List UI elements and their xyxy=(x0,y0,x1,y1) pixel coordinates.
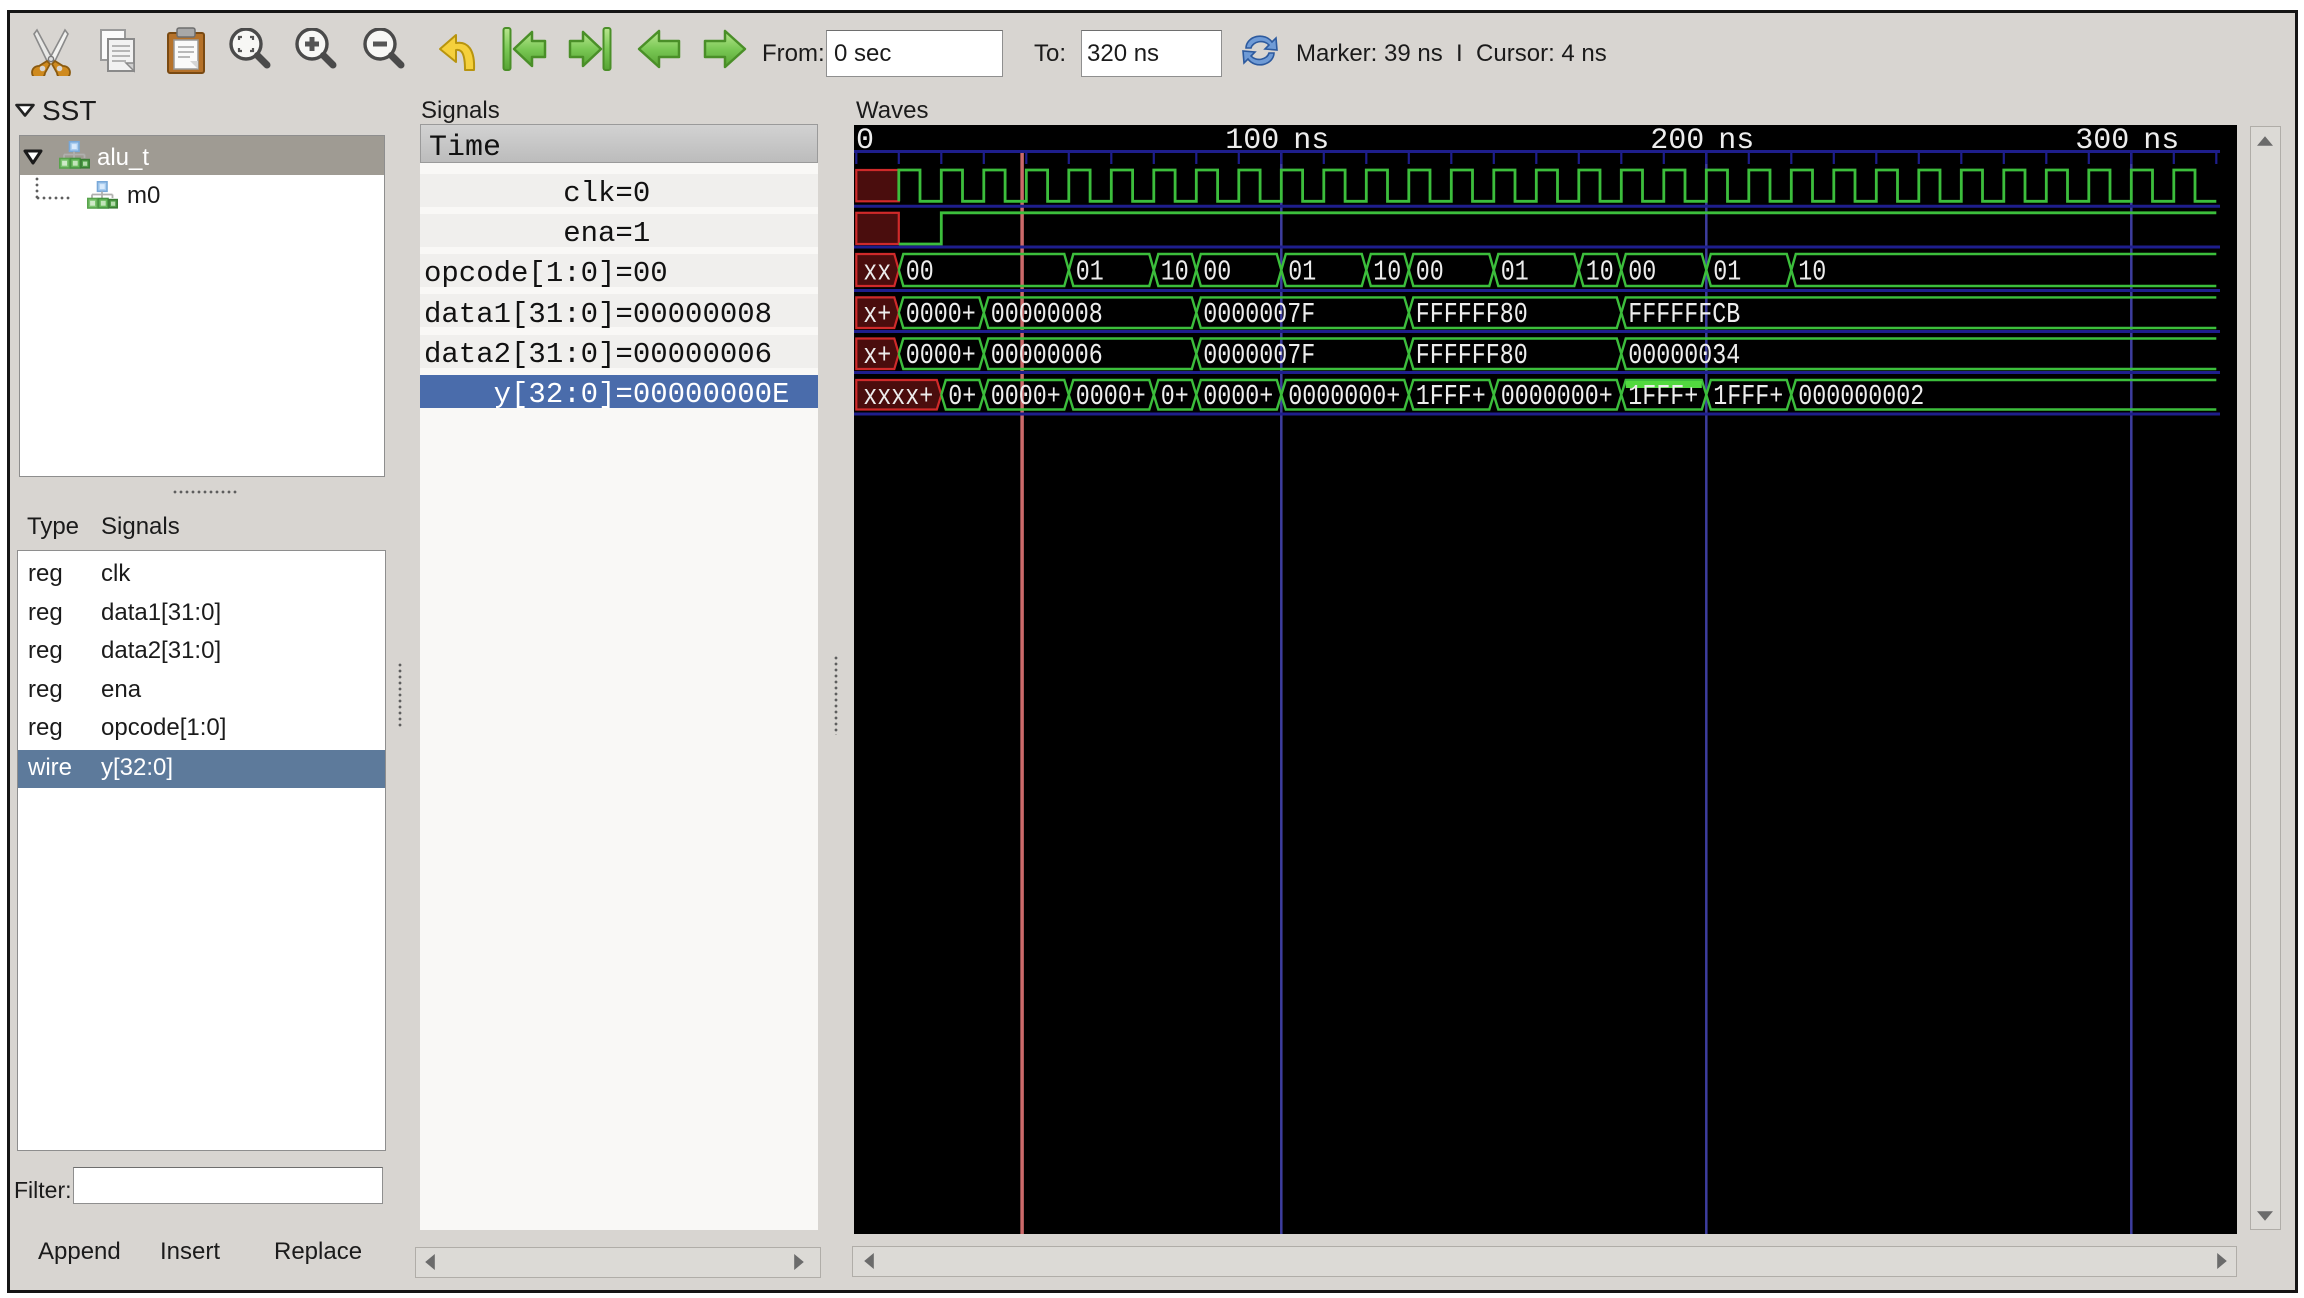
svg-text:0000007F: 0000007F xyxy=(1203,339,1315,372)
svg-text:0+: 0+ xyxy=(948,380,976,413)
svg-text:000000002: 000000002 xyxy=(1798,380,1924,413)
svg-text:100: 100 xyxy=(1225,125,1279,158)
svg-text:00: 00 xyxy=(906,256,934,289)
svg-text:ns: ns xyxy=(1718,125,1754,158)
svg-text:00000006: 00000006 xyxy=(991,339,1103,372)
svg-text:x+: x+ xyxy=(863,339,891,372)
svg-text:1FFF+: 1FFF+ xyxy=(1416,380,1486,413)
svg-text:10: 10 xyxy=(1161,256,1189,289)
svg-text:1FFF+: 1FFF+ xyxy=(1713,380,1783,413)
svg-text:ns: ns xyxy=(1293,125,1329,158)
svg-text:0000+: 0000+ xyxy=(1076,380,1146,413)
svg-text:10: 10 xyxy=(1373,256,1401,289)
svg-text:10: 10 xyxy=(1586,256,1614,289)
svg-text:FFFFFF80: FFFFFF80 xyxy=(1416,298,1528,331)
svg-text:300: 300 xyxy=(2075,125,2129,158)
svg-text:ns: ns xyxy=(2143,125,2179,158)
svg-text:0+: 0+ xyxy=(1161,380,1189,413)
svg-text:01: 01 xyxy=(1076,256,1104,289)
svg-text:0000000+: 0000000+ xyxy=(1501,380,1613,413)
svg-text:01: 01 xyxy=(1713,256,1741,289)
svg-text:200: 200 xyxy=(1650,125,1704,158)
svg-text:xx: xx xyxy=(863,256,891,289)
svg-text:0: 0 xyxy=(856,125,874,158)
svg-text:0000007F: 0000007F xyxy=(1203,298,1315,331)
svg-text:00000008: 00000008 xyxy=(991,298,1103,331)
svg-text:0000+: 0000+ xyxy=(906,298,976,331)
svg-text:FFFFFF80: FFFFFF80 xyxy=(1416,339,1528,372)
svg-text:00: 00 xyxy=(1628,256,1656,289)
svg-text:0000+: 0000+ xyxy=(991,380,1061,413)
svg-text:1FFF+: 1FFF+ xyxy=(1628,380,1698,413)
svg-text:01: 01 xyxy=(1288,256,1316,289)
svg-text:10: 10 xyxy=(1798,256,1826,289)
svg-text:00: 00 xyxy=(1416,256,1444,289)
svg-text:00000034: 00000034 xyxy=(1628,339,1740,372)
svg-text:FFFFFFCB: FFFFFFCB xyxy=(1628,298,1740,331)
svg-text:0000+: 0000+ xyxy=(906,339,976,372)
svg-text:x+: x+ xyxy=(863,298,891,331)
svg-text:xxxx+: xxxx+ xyxy=(863,380,933,413)
svg-text:00: 00 xyxy=(1203,256,1231,289)
svg-text:0000000+: 0000000+ xyxy=(1288,380,1400,413)
svg-text:01: 01 xyxy=(1501,256,1529,289)
svg-text:0000+: 0000+ xyxy=(1203,380,1273,413)
